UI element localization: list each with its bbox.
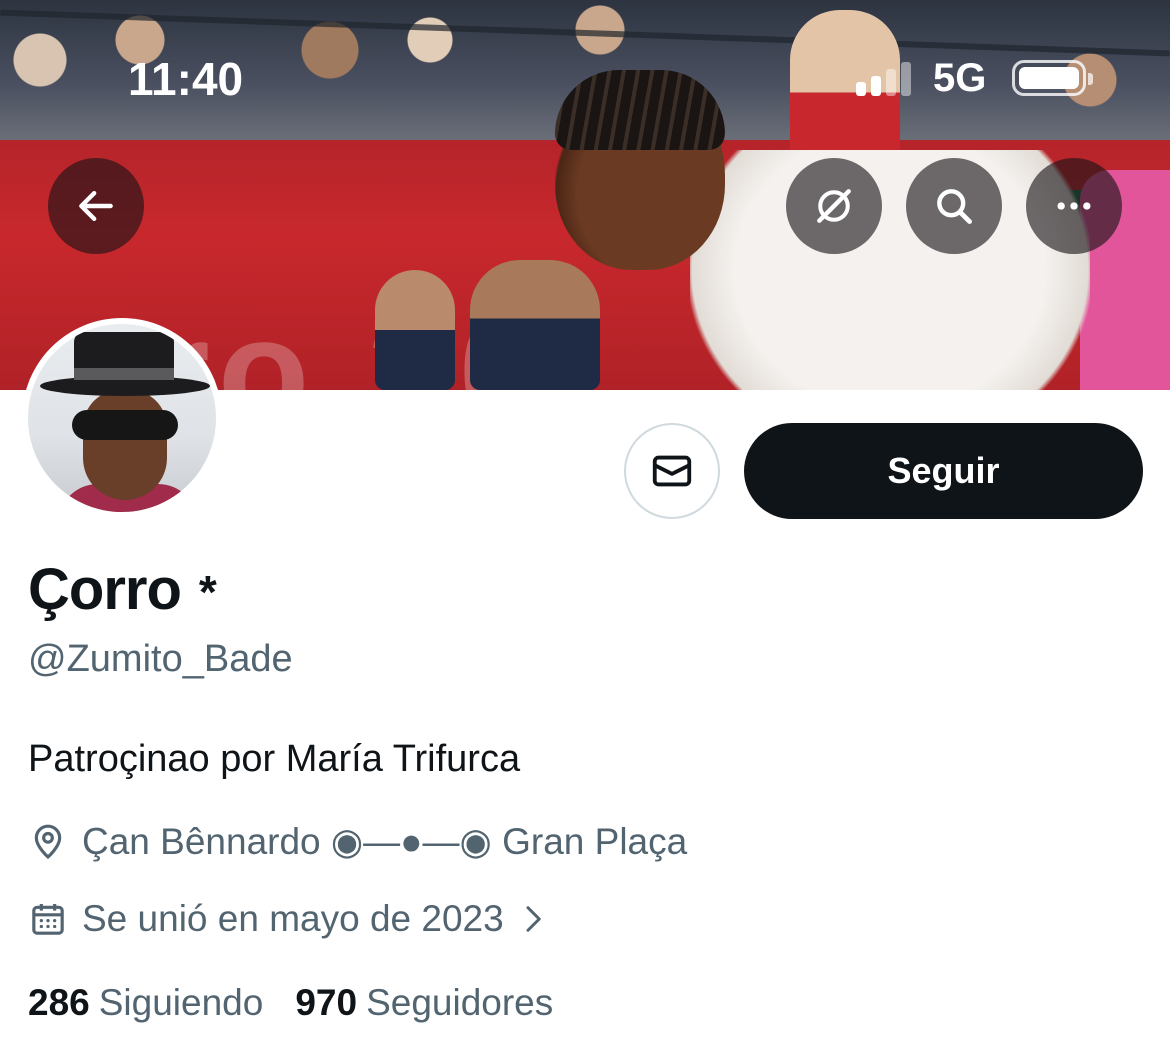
back-button[interactable]: [48, 158, 144, 254]
mail-icon: [652, 455, 692, 487]
slashed-circle-icon: [817, 189, 851, 223]
message-button[interactable]: [624, 423, 720, 519]
display-name: Çorro: [28, 557, 182, 622]
banner-fan: [375, 270, 455, 390]
grok-button[interactable]: [786, 158, 882, 254]
avatar-image: [28, 324, 216, 512]
signal-icon: [856, 62, 916, 96]
joined-text: Se unió en mayo de 2023: [82, 898, 504, 939]
avatar-face: [83, 390, 167, 500]
avatar[interactable]: [22, 318, 222, 518]
network-type: 5G: [933, 56, 987, 100]
followers-count: 970: [295, 982, 358, 1023]
following-link[interactable]: 286 Siguiendo: [28, 982, 263, 1024]
arrow-left-icon: [79, 190, 113, 222]
battery-icon: [1012, 60, 1093, 96]
joined-row[interactable]: Se unió en mayo de 2023: [28, 898, 562, 940]
banner-player-hair: [555, 70, 725, 150]
search-icon: [937, 189, 972, 224]
following-count: 286: [28, 982, 90, 1023]
followers-link[interactable]: 970 Seguidores: [295, 982, 553, 1024]
location-row: Çan Bênnardo ◉—●—◉ Gran Plaça: [28, 820, 687, 863]
bio-text: Patroçinao por María Trifurca: [28, 738, 521, 780]
banner-fan: [470, 260, 600, 390]
location-text: Çan Bênnardo ◉—●—◉ Gran Plaça: [82, 821, 688, 862]
avatar-hat-band: [74, 368, 174, 380]
more-button[interactable]: [1026, 158, 1122, 254]
search-button[interactable]: [906, 158, 1002, 254]
more-horizontal-icon: [1057, 202, 1091, 210]
follow-button[interactable]: Seguir: [744, 423, 1143, 519]
user-handle: @Zumito_Bade: [28, 638, 293, 680]
avatar-mask: [72, 410, 178, 440]
display-name-row: Çorro *: [28, 556, 217, 623]
following-label: Siguiendo: [98, 982, 264, 1023]
chevron-right-icon: [526, 906, 541, 932]
follow-stats: 286 Siguiendo 970 Seguidores: [28, 982, 585, 1024]
status-time: 11:40: [128, 53, 244, 105]
followers-label: Seguidores: [366, 982, 554, 1023]
location-pin-icon: [34, 824, 62, 859]
name-suffix: *: [198, 565, 217, 618]
calendar-icon: [32, 904, 64, 935]
